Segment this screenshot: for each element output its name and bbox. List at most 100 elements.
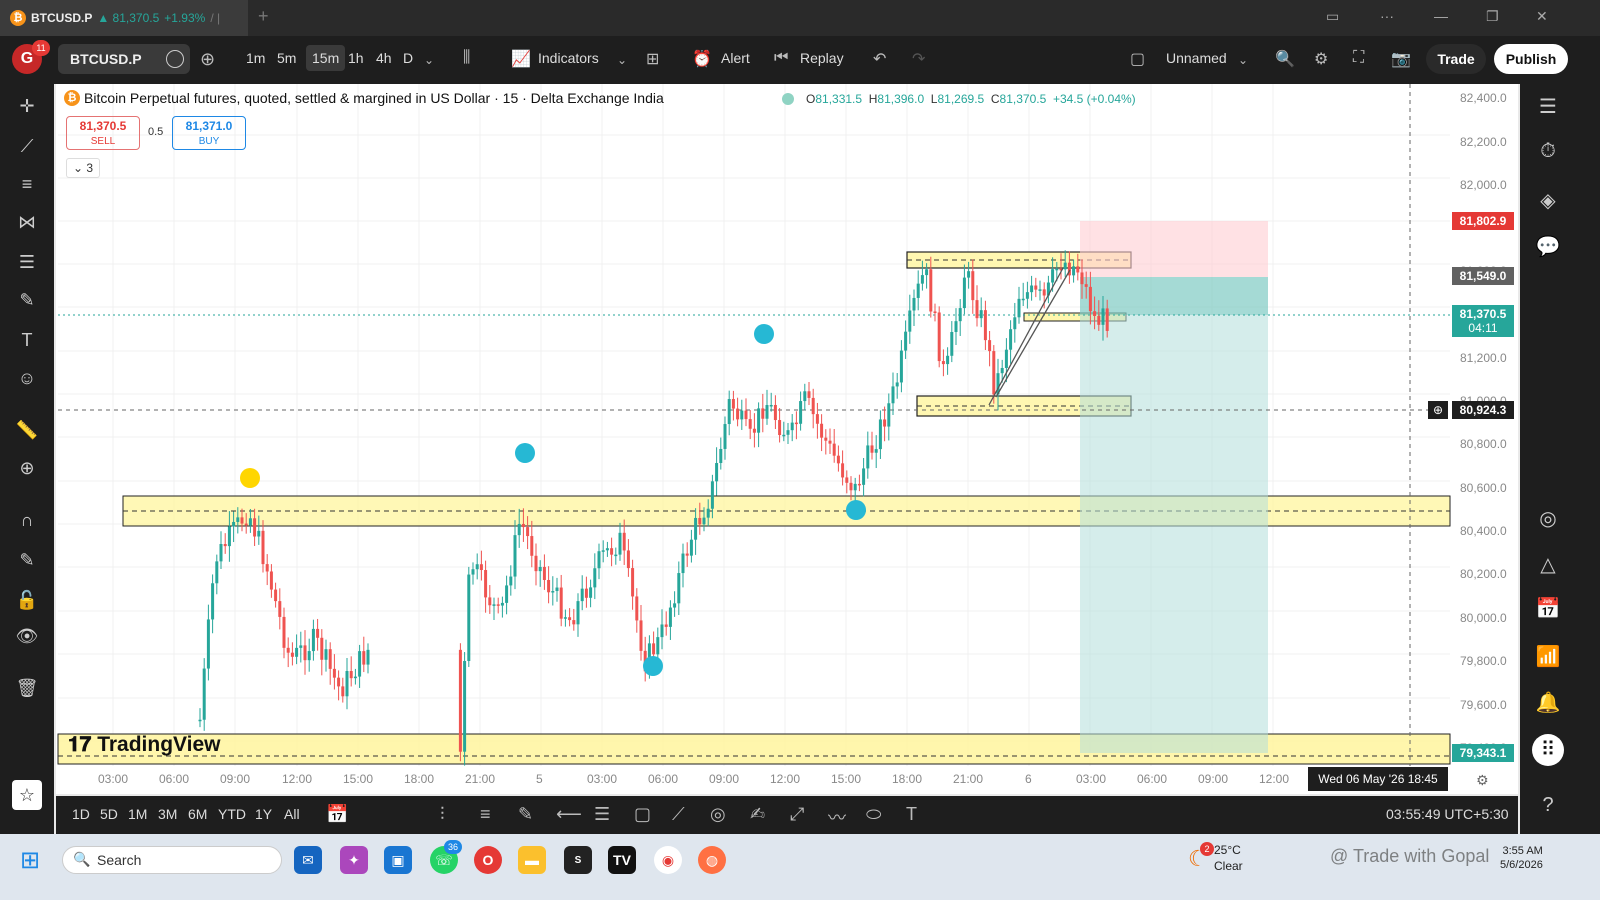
apps-grid-icon[interactable]: ⠿	[1532, 734, 1564, 766]
layout-name[interactable]: Unnamed	[1166, 50, 1227, 66]
range-1Y[interactable]: 1Y	[255, 806, 272, 822]
emoji-icon[interactable]: ☺	[14, 368, 40, 392]
layout-icon[interactable]: ▢	[1130, 49, 1145, 69]
close-icon[interactable]: ✕	[1536, 8, 1548, 25]
timeframe-D[interactable]: D	[403, 50, 413, 66]
timeframe-5m[interactable]: 5m	[277, 50, 296, 66]
timeframe-4h[interactable]: 4h	[376, 50, 392, 66]
taskbar-app-store[interactable]: ▣	[384, 846, 412, 874]
line-icon[interactable]: ⟋	[672, 804, 685, 825]
target-icon[interactable]: ◎	[1534, 506, 1562, 532]
fib-icon[interactable]: ≡	[14, 174, 40, 198]
timeframe-15m[interactable]: 15m	[306, 45, 346, 71]
path-icon[interactable]: ⤢	[790, 804, 804, 825]
ellipse-icon[interactable]: ⬭	[866, 804, 881, 825]
fullscreen-icon[interactable]: ⛶	[1353, 49, 1364, 67]
calendar-icon[interactable]: 📅	[1534, 596, 1562, 622]
range-All[interactable]: All	[284, 806, 300, 822]
add-alert-plus-icon[interactable]: ⊕	[1428, 401, 1448, 419]
buy-button[interactable]: 81,371.0 BUY	[172, 116, 246, 150]
range-3M[interactable]: 3M	[158, 806, 177, 822]
browser-tab[interactable]: ₿ BTCUSD.P ▲ 81,370.5 +1.93% / |	[0, 0, 248, 36]
taskbar-app-explorer[interactable]: ▬	[518, 846, 546, 874]
zoom-icon[interactable]: ⊕	[14, 458, 40, 482]
chat-icon[interactable]: 💬	[1534, 234, 1562, 260]
layers-icon[interactable]: ◈	[1534, 188, 1562, 214]
taskbar-app-outlook[interactable]: ✉	[294, 846, 322, 874]
help-icon[interactable]: ?	[1534, 794, 1562, 820]
notifications-icon[interactable]: 🔔	[1534, 690, 1562, 716]
chart-clock[interactable]: 03:55:49 UTC+5:30	[1386, 806, 1509, 822]
taskbar-app-chrome[interactable]: ◉	[654, 846, 682, 874]
long-position-icon[interactable]: ⫶	[440, 804, 445, 825]
taskbar-app-opera[interactable]: O	[474, 846, 502, 874]
timeframe-chevron-icon[interactable]: ⌄	[424, 53, 434, 67]
text-icon[interactable]: T	[14, 330, 40, 354]
chart-legend[interactable]: ₿ Bitcoin Perpetual futures, quoted, set…	[64, 90, 664, 106]
indicators-icon[interactable]: 📈	[511, 49, 531, 69]
undo-icon[interactable]: ↶	[873, 49, 886, 69]
ruler-icon[interactable]: 📏	[14, 420, 40, 444]
lock-drawing-icon[interactable]: ✎	[14, 550, 40, 574]
system-clock[interactable]: 3:55 AM 5/6/2026	[1500, 844, 1543, 872]
replay-button[interactable]: Replay	[800, 50, 844, 66]
layout-chevron-icon[interactable]: ⌄	[1238, 53, 1248, 67]
indicators-chevron-icon[interactable]: ⌄	[617, 53, 627, 67]
taskbar-app-smc[interactable]: S	[564, 846, 592, 874]
trash-icon[interactable]: 🗑	[14, 678, 40, 702]
alert-icon[interactable]: ⏰	[692, 49, 712, 69]
circle-icon[interactable]: ◎	[710, 804, 726, 825]
eye-icon[interactable]: 👁	[14, 626, 40, 650]
range-5D[interactable]: 5D	[100, 806, 118, 822]
stream-icon[interactable]: 📶	[1534, 644, 1562, 670]
prediction-icon[interactable]: ☰	[14, 252, 40, 276]
replay-icon[interactable]: ⏮	[774, 49, 788, 67]
windows-start-icon[interactable]: ⊞	[20, 846, 40, 875]
polyline-icon[interactable]: 〰	[828, 804, 846, 830]
indicators-button[interactable]: Indicators	[538, 50, 599, 66]
sell-button[interactable]: 81,370.5 SELL	[66, 116, 140, 150]
goto-date-icon[interactable]: 📅	[326, 804, 348, 825]
short-position-icon[interactable]: ≡	[480, 804, 491, 825]
brush-icon[interactable]: ✎	[14, 290, 40, 314]
taskbar-app-firefox[interactable]: ◍	[698, 846, 726, 874]
range-1M[interactable]: 1M	[128, 806, 147, 822]
time-axis[interactable]	[56, 766, 1450, 794]
screen-icon[interactable]: ▭	[1326, 8, 1339, 25]
camera-icon[interactable]: 📷	[1391, 49, 1411, 69]
quick-search-icon[interactable]: 🔍	[1275, 49, 1295, 69]
trade-button[interactable]: Trade	[1426, 44, 1486, 74]
settings-icon[interactable]: ⚙	[1314, 49, 1328, 69]
favorites-star-icon[interactable]: ☆	[12, 780, 42, 810]
timeframe-1h[interactable]: 1h	[348, 50, 364, 66]
taskbar-app-copilot[interactable]: ✦	[340, 846, 368, 874]
alert-button[interactable]: Alert	[721, 50, 750, 66]
axis-settings-icon[interactable]: ⚙	[1476, 772, 1489, 789]
indicators-collapse-button[interactable]: ⌄ 3	[66, 158, 100, 178]
watchlist-flag-icon[interactable]	[166, 50, 184, 68]
ideas-icon[interactable]: △	[1534, 552, 1562, 578]
pen-icon[interactable]: ✎	[518, 804, 533, 825]
rectangle-icon[interactable]: ▢	[634, 804, 651, 825]
text-tool-icon[interactable]: T	[906, 804, 917, 825]
redo-icon[interactable]: ↷	[912, 49, 925, 69]
weather-widget[interactable]: 25°C Clear	[1214, 842, 1243, 874]
restore-icon[interactable]: ❐	[1486, 8, 1499, 25]
templates-icon[interactable]: ⊞	[646, 49, 659, 69]
alerts-clock-icon[interactable]: ⏱	[1534, 140, 1562, 166]
lock-icon[interactable]: 🔓	[14, 590, 40, 614]
watchlist-icon[interactable]: ☰	[1534, 94, 1562, 120]
minimize-icon[interactable]: —	[1434, 8, 1448, 24]
timeframe-1m[interactable]: 1m	[246, 50, 265, 66]
crosshair-icon[interactable]: ✛	[14, 96, 40, 120]
brush-icon[interactable]: ✍	[750, 804, 765, 825]
range-1D[interactable]: 1D	[72, 806, 90, 822]
more-icon[interactable]: ···	[1380, 8, 1394, 24]
new-tab-icon[interactable]: +	[258, 6, 269, 27]
candle-type-icon[interactable]: ⫼	[463, 49, 470, 67]
publish-button[interactable]: Publish	[1494, 44, 1568, 74]
magnet-icon[interactable]: ∩	[14, 510, 40, 534]
range-YTD[interactable]: YTD	[218, 806, 246, 822]
taskbar-app-tradingview[interactable]: TV	[608, 846, 636, 874]
trendline-icon[interactable]: ⟋	[14, 136, 40, 160]
